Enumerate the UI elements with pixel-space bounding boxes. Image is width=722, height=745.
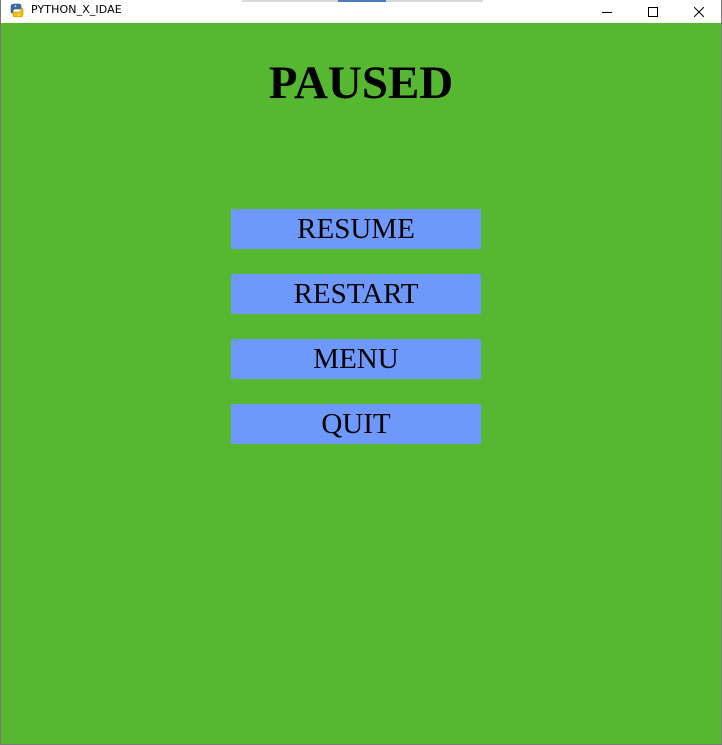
title-bar[interactable]: PYTHON_X_IDAE — [1, 0, 721, 23]
maximize-button[interactable] — [630, 0, 676, 23]
paused-title: PAUSED — [268, 57, 454, 109]
quit-button[interactable]: QUIT — [231, 404, 481, 444]
close-button[interactable] — [676, 0, 722, 23]
minimize-button[interactable] — [584, 0, 630, 23]
menu-button[interactable]: MENU — [231, 339, 481, 379]
window-title: PYTHON_X_IDAE — [31, 3, 122, 16]
taskbar-strip-highlight — [338, 0, 386, 2]
python-icon — [10, 3, 24, 18]
restart-button[interactable]: RESTART — [231, 274, 481, 314]
maximize-icon — [648, 2, 658, 21]
minimize-icon — [602, 2, 612, 21]
app-window: PYTHON_X_IDAE PAUSED RESUME RESTART MENU… — [0, 0, 722, 745]
close-icon — [693, 2, 705, 21]
game-canvas: PAUSED RESUME RESTART MENU QUIT — [1, 23, 721, 744]
resume-button[interactable]: RESUME — [231, 209, 481, 249]
